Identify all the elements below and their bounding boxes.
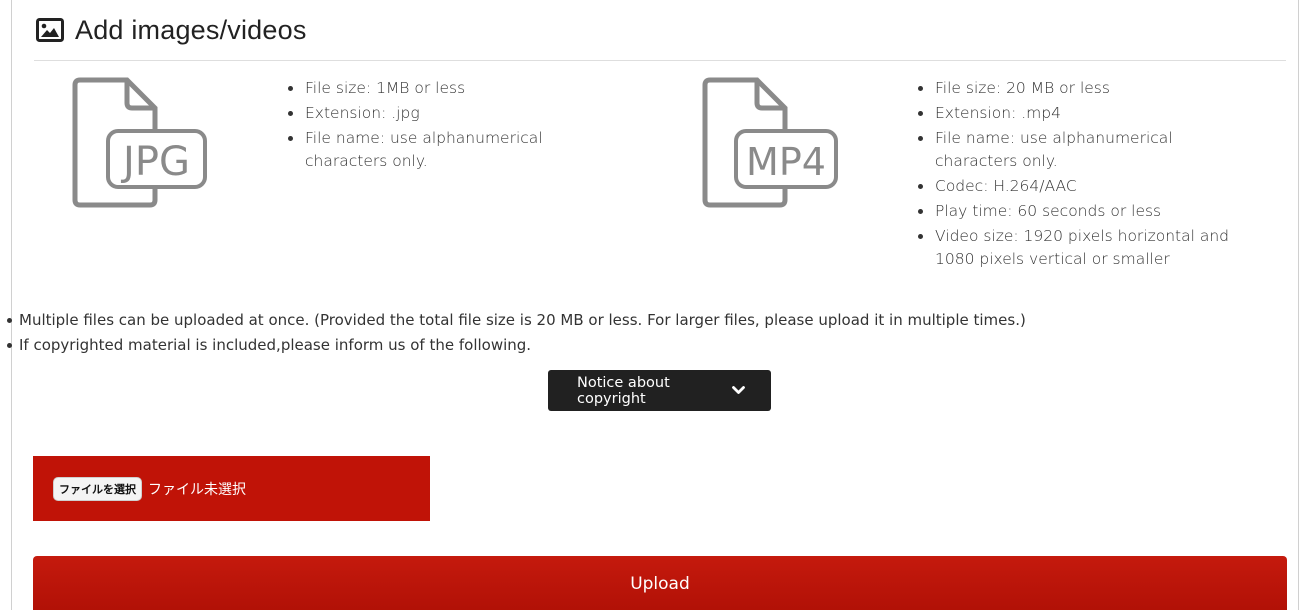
list-item: Play time: 60 seconds or less <box>916 200 1236 223</box>
file-input-area: ファイルを選択 ファイル未選択 <box>33 456 430 521</box>
section-title: Add images/videos <box>75 14 307 45</box>
image-spec-list: File size: 1MB or less Extension: .jpg F… <box>286 77 576 175</box>
list-item: File name: use alphanumerical characters… <box>286 127 576 173</box>
add-media-panel: Add images/videos JPG File size: 1MB or … <box>0 0 1300 610</box>
mp4-file-icon: MP4 <box>700 75 840 210</box>
jpg-icon-label: JPG <box>120 139 190 185</box>
jpg-file-icon: JPG <box>70 75 210 210</box>
image-icon <box>36 17 64 43</box>
panel-left-border <box>11 0 12 610</box>
list-item: Codec: H.264/AAC <box>916 175 1236 198</box>
section-header: Add images/videos <box>36 12 307 48</box>
upload-notes: Multiple files can be uploaded at once. … <box>5 309 1026 359</box>
mp4-icon-label: MP4 <box>746 140 826 184</box>
list-item: Extension: .mp4 <box>916 102 1236 125</box>
header-divider <box>34 60 1286 61</box>
list-item: File size: 20 MB or less <box>916 77 1236 100</box>
choose-file-button[interactable]: ファイルを選択 <box>53 476 142 501</box>
copyright-notice-label: Notice about copyright <box>577 374 670 407</box>
list-item: File name: use alphanumerical characters… <box>916 127 1236 173</box>
note-multiple-files: Multiple files can be uploaded at once. … <box>5 309 1026 332</box>
upload-button[interactable]: Upload <box>33 556 1287 610</box>
list-item: Extension: .jpg <box>286 102 576 125</box>
file-status-text: ファイル未選択 <box>148 481 246 498</box>
panel-right-border <box>1298 0 1299 610</box>
list-item: File size: 1MB or less <box>286 77 576 100</box>
chevron-down-icon <box>732 386 745 396</box>
list-item: Video size: 1920 pixels horizontal and 1… <box>916 225 1236 271</box>
note-copyright: If copyrighted material is included,plea… <box>5 334 1026 357</box>
video-spec-list: File size: 20 MB or less Extension: .mp4… <box>916 77 1236 273</box>
copyright-notice-toggle[interactable]: Notice about copyright <box>548 370 771 411</box>
